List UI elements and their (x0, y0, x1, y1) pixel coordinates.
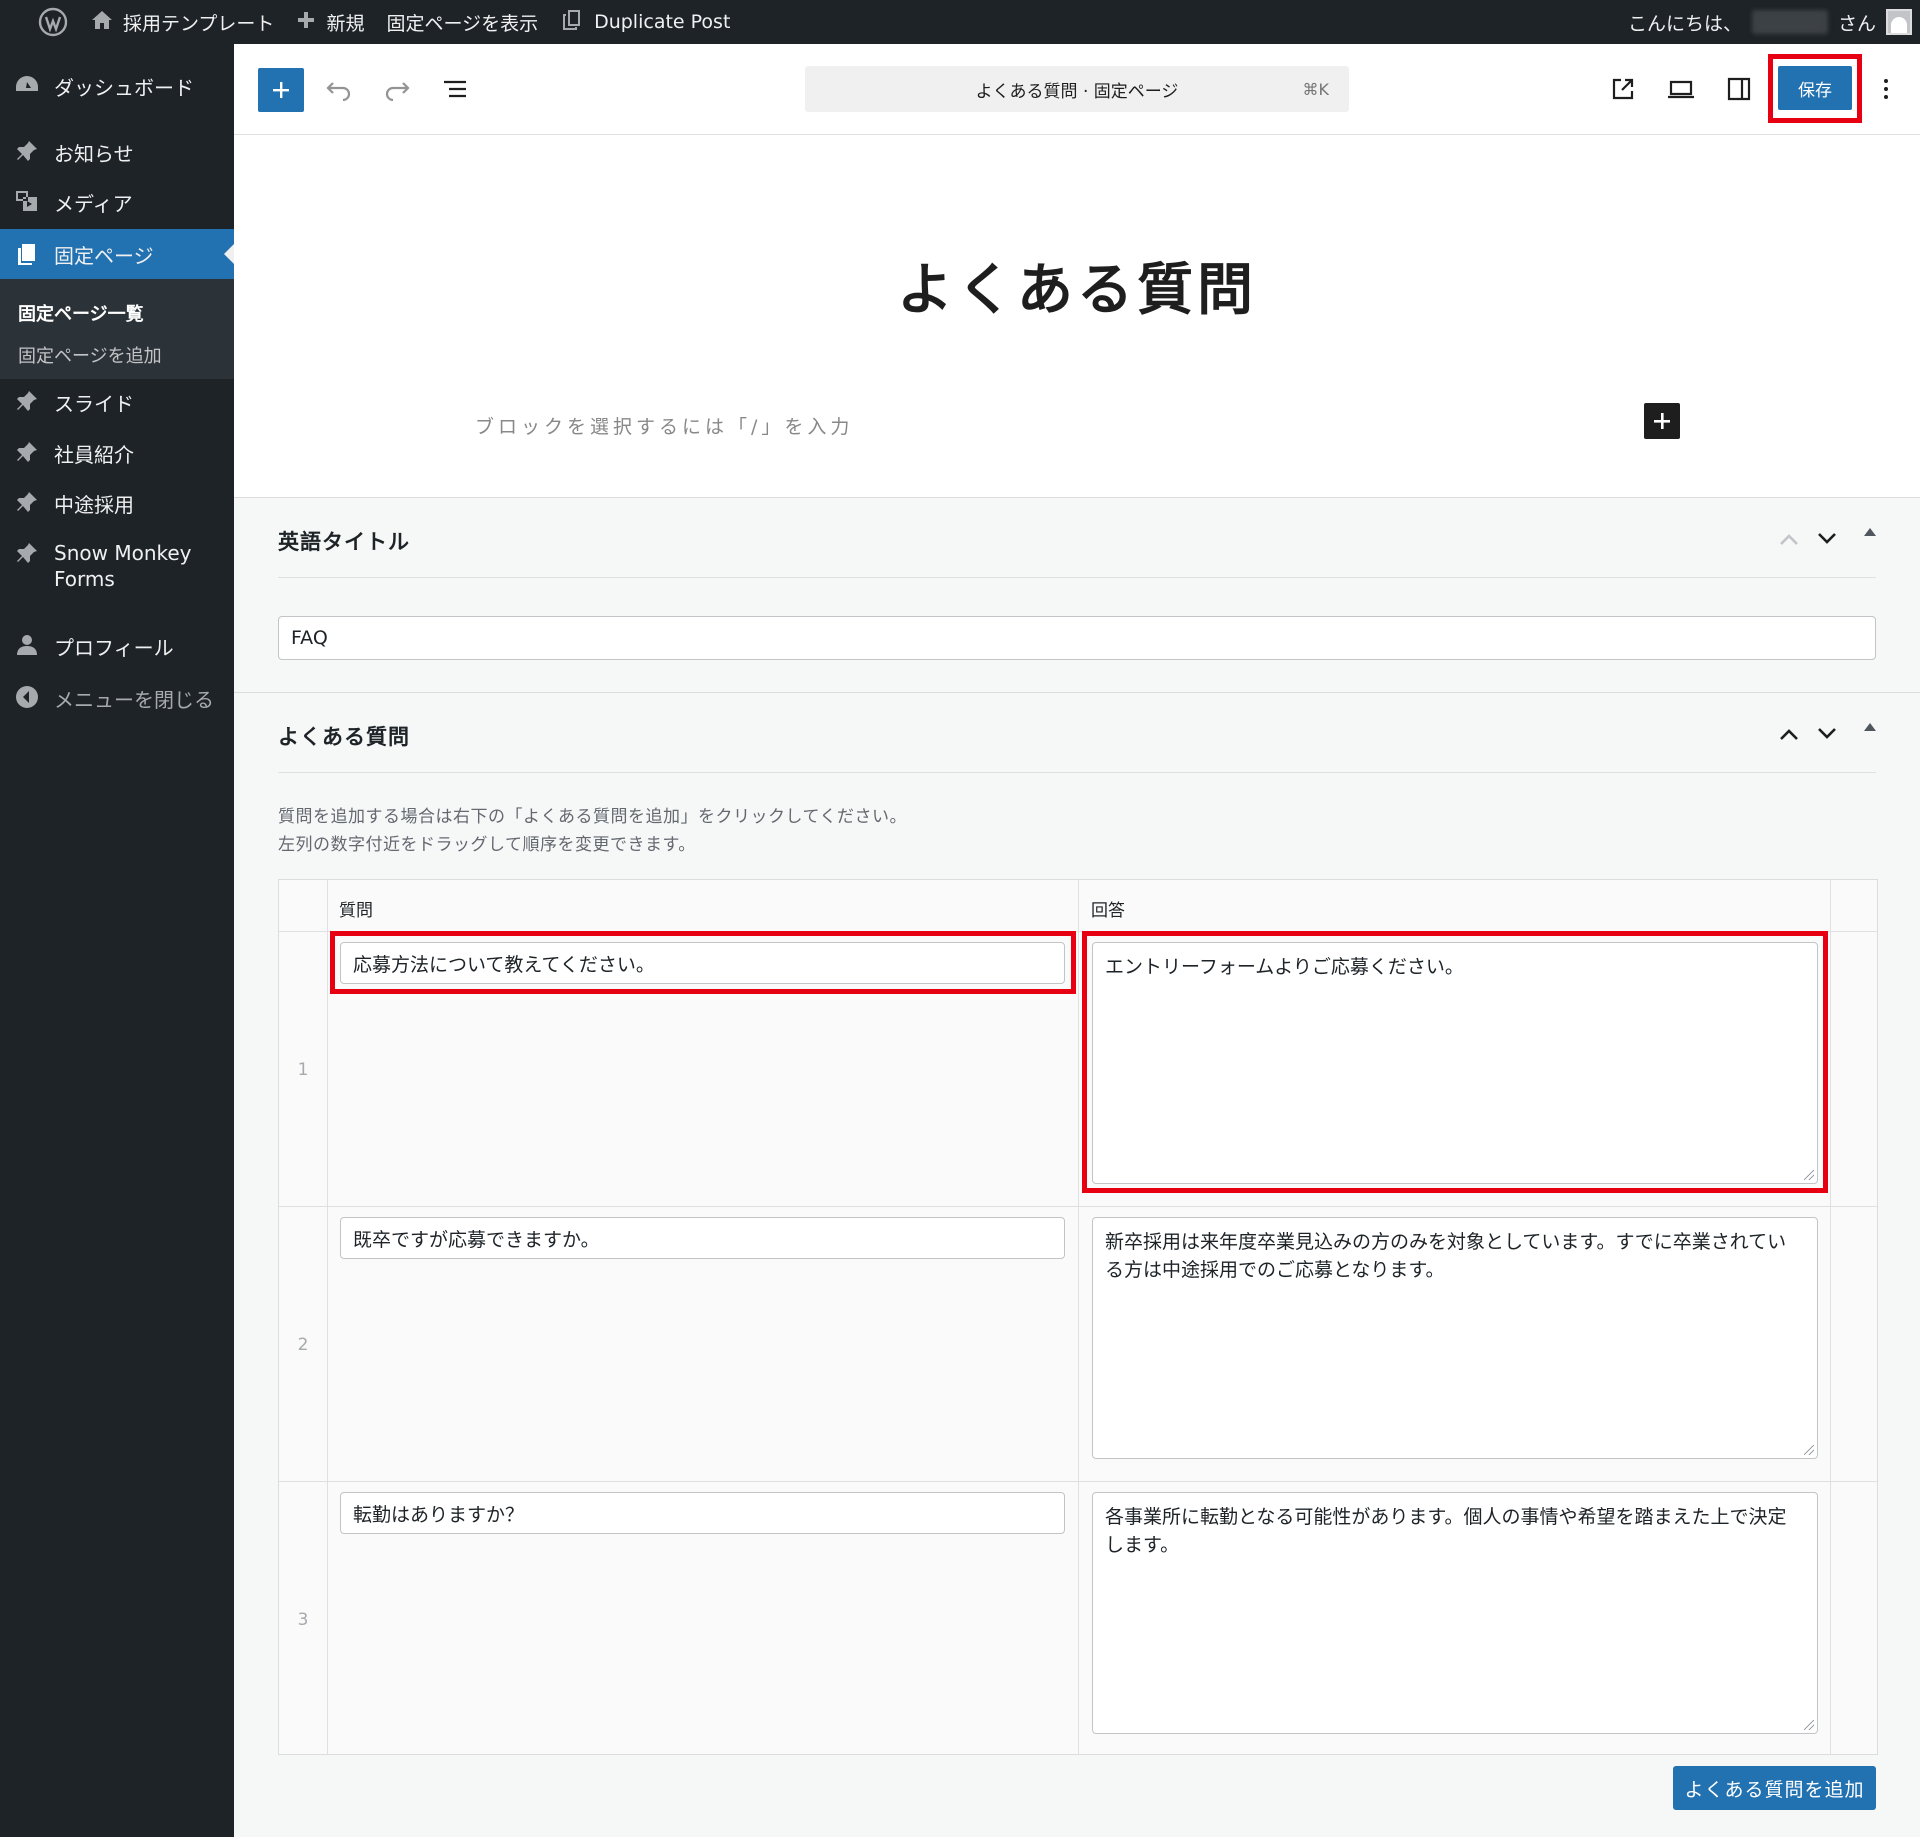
plus-icon (1654, 413, 1670, 429)
sidebar-item-news[interactable]: お知らせ (0, 138, 234, 167)
sidebar-item-pages[interactable]: 固定ページ (0, 229, 234, 279)
external-link-icon[interactable] (1606, 72, 1640, 106)
sidebar-item-dashboard[interactable]: ダッシュボード (0, 72, 234, 101)
new-content-link[interactable]: 新規 (285, 0, 375, 44)
sidebar-item-media[interactable]: メディア (0, 188, 234, 217)
row-drag-handle[interactable]: 1 (279, 932, 327, 1207)
english-title-input[interactable]: FAQ (278, 616, 1876, 660)
table-row: 2 既卒ですが応募できますか。 新卒採用は来年度卒業見込みの方のみを対象としてい… (279, 1207, 1877, 1482)
home-icon (91, 9, 113, 36)
account-menu[interactable]: こんにちは、 さん (1628, 9, 1920, 36)
plus-icon (296, 10, 316, 35)
editor-canvas: よくある質問 ブロックを選択するには「/」を入力 (234, 135, 1920, 497)
faq-description-1: 質問を追加する場合は右下の「よくある質問を追加」をクリックしてください。 (278, 807, 907, 827)
admin-bar: 採用テンプレート 新規 固定ページを表示 Duplicate Post こんにち… (0, 0, 1920, 44)
sidebar-item-profile[interactable]: プロフィール (0, 632, 234, 661)
answer-textarea[interactable]: 各事業所に転勤となる可能性があります。個人の事情や希望を踏まえた上で決定します。 (1092, 1492, 1818, 1734)
answer-highlight-box (1082, 931, 1828, 1193)
block-inserter-button[interactable] (258, 68, 304, 112)
redo-icon[interactable] (380, 72, 414, 106)
submenu-add-page[interactable]: 固定ページを追加 (18, 342, 162, 368)
editor-header: よくある質問 · 固定ページ ⌘K 保存 (234, 44, 1920, 135)
move-down-icon[interactable] (1814, 721, 1840, 747)
submenu-all-pages[interactable]: 固定ページ一覧 (18, 300, 144, 326)
column-header-question: 質問 (339, 901, 373, 921)
save-button[interactable]: 保存 (1778, 66, 1852, 110)
sidebar-toggle-icon[interactable] (1722, 72, 1756, 106)
answer-textarea[interactable]: 新卒採用は来年度卒業見込みの方のみを対象としています。すでに卒業されている方は中… (1092, 1217, 1818, 1459)
metabox-header: 英語タイトル (278, 498, 1876, 578)
collapse-toggle-icon[interactable] (1864, 528, 1876, 536)
row-drag-handle[interactable]: 2 (279, 1207, 327, 1482)
duplicate-icon (560, 8, 584, 37)
question-input[interactable]: 転勤はありますか？ (340, 1492, 1065, 1534)
wordpress-logo-icon[interactable] (0, 0, 80, 44)
move-up-icon[interactable] (1776, 526, 1802, 552)
question-input[interactable]: 既卒ですが応募できますか。 (340, 1217, 1065, 1259)
media-icon (14, 188, 40, 214)
page-icon (14, 241, 40, 267)
metabox-title: 英語タイトル (278, 530, 410, 554)
metabox-header: よくある質問 (278, 693, 1876, 773)
metabox-title: よくある質問 (278, 725, 410, 749)
move-up-icon[interactable] (1776, 721, 1802, 747)
document-title-bar[interactable]: よくある質問 · 固定ページ ⌘K (805, 66, 1349, 112)
collapse-toggle-icon[interactable] (1864, 723, 1876, 731)
blurred-username (1751, 10, 1828, 34)
collapse-menu-button[interactable]: メニューを閉じる (0, 684, 234, 713)
more-options-icon[interactable] (1874, 72, 1898, 106)
add-block-button[interactable] (1644, 403, 1680, 439)
add-faq-button[interactable]: よくある質問を追加 (1673, 1766, 1876, 1810)
collapse-icon (14, 684, 40, 710)
table-row: 3 転勤はありますか？ 各事業所に転勤となる可能性があります。個人の事情や希望を… (279, 1482, 1877, 1757)
row-drag-handle[interactable]: 3 (279, 1482, 327, 1757)
dashboard-icon (14, 72, 40, 98)
page-title[interactable]: よくある質問 (234, 245, 1920, 326)
document-overview-icon[interactable] (438, 72, 472, 106)
block-placeholder[interactable]: ブロックを選択するには「/」を入力 (475, 412, 853, 439)
faq-description-2: 左列の数字付近をドラッグして順序を変更できます。 (278, 835, 696, 855)
metabox-faq: よくある質問 質問を追加する場合は右下の「よくある質問を追加」をクリックしてくだ… (234, 692, 1920, 1837)
user-icon (14, 632, 40, 658)
question-highlight-box (330, 931, 1076, 994)
avatar[interactable] (1886, 9, 1912, 35)
sidebar-item-slides[interactable]: スライド (0, 388, 234, 417)
preview-desktop-icon[interactable] (1664, 72, 1698, 106)
sidebar-item-midcareer[interactable]: 中途採用 (0, 489, 234, 518)
pin-icon (14, 388, 40, 414)
sidebar-item-forms[interactable]: Snow Monkey Forms (0, 540, 234, 592)
pin-icon (14, 540, 40, 566)
sidebar-item-staff[interactable]: 社員紹介 (0, 439, 234, 468)
plus-icon (273, 82, 289, 98)
pin-icon (14, 489, 40, 515)
view-page-link[interactable]: 固定ページを表示 (375, 0, 549, 44)
column-header-answer: 回答 (1091, 901, 1125, 921)
move-down-icon[interactable] (1814, 526, 1840, 552)
pin-icon (14, 138, 40, 164)
undo-icon[interactable] (322, 72, 356, 106)
pin-icon (14, 439, 40, 465)
admin-sidebar: ダッシュボード お知らせ メディア 固定ページ 固定ページ一覧 固定ページを追加… (0, 44, 234, 1837)
site-name-link[interactable]: 採用テンプレート (80, 0, 285, 44)
duplicate-post-link[interactable]: Duplicate Post (549, 0, 741, 44)
pages-submenu: 固定ページ一覧 固定ページを追加 (0, 279, 234, 379)
metabox-english-title: 英語タイトル FAQ (234, 497, 1920, 692)
